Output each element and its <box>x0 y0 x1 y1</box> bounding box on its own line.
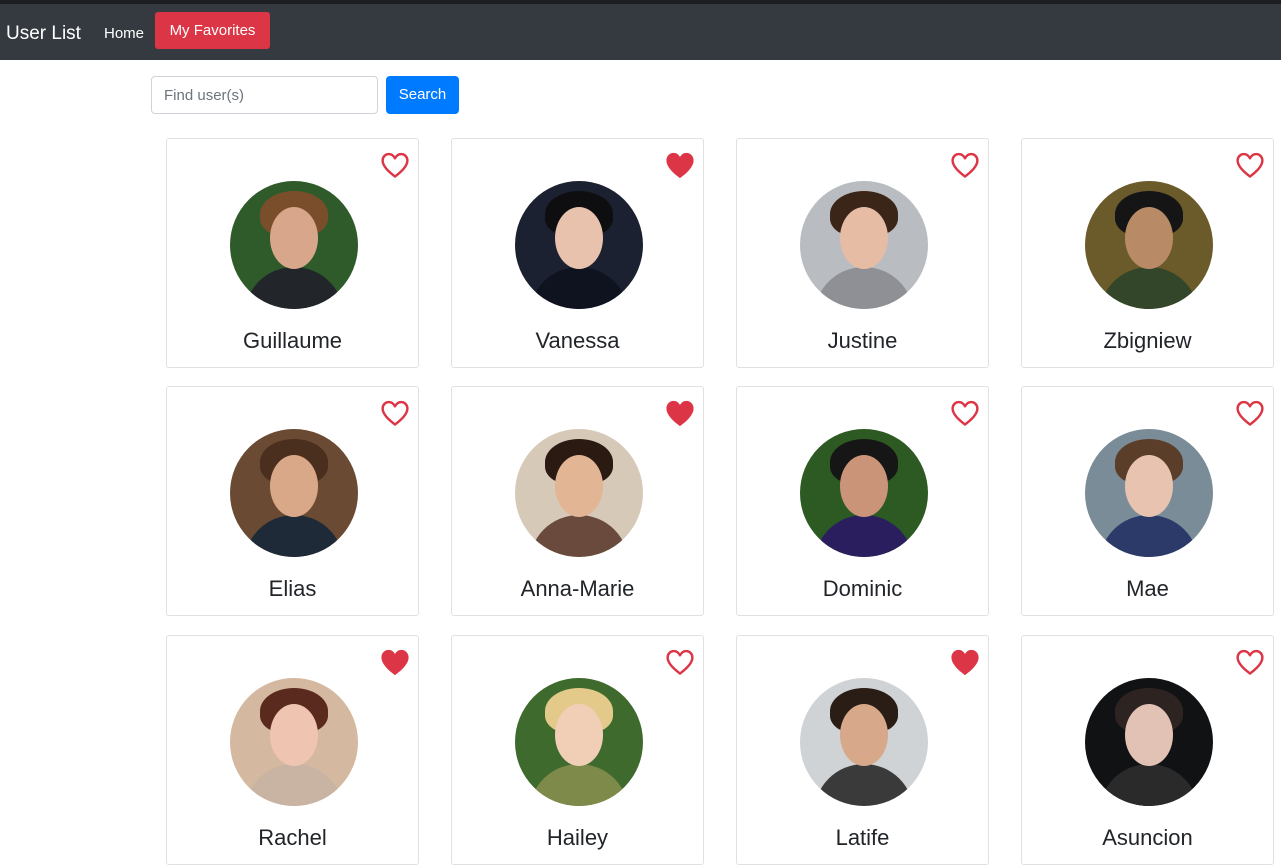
avatar <box>800 429 928 557</box>
user-card: Hailey <box>451 635 704 865</box>
avatar <box>1085 429 1213 557</box>
favorite-heart-icon[interactable] <box>950 399 980 427</box>
user-card: Rachel <box>166 635 419 865</box>
avatar <box>1085 678 1213 806</box>
user-card: Elias <box>166 386 419 616</box>
avatar <box>515 181 643 309</box>
favorite-heart-icon[interactable] <box>950 648 980 676</box>
user-name: Asuncion <box>1102 825 1193 850</box>
favorite-heart-icon[interactable] <box>380 151 410 179</box>
user-name: Mae <box>1126 576 1169 601</box>
avatar <box>230 429 358 557</box>
search-button[interactable]: Search <box>386 76 459 114</box>
favorite-heart-icon[interactable] <box>380 648 410 676</box>
user-card: Justine <box>736 138 989 368</box>
avatar <box>800 678 928 806</box>
favorite-heart-icon[interactable] <box>665 151 695 179</box>
user-name: Anna-Marie <box>520 576 635 601</box>
avatar <box>230 678 358 806</box>
avatar <box>515 678 643 806</box>
user-name: Guillaume <box>242 328 343 353</box>
favorite-heart-icon[interactable] <box>380 399 410 427</box>
avatar <box>230 181 358 309</box>
user-name: Latife <box>835 825 890 850</box>
user-name: Hailey <box>546 825 609 850</box>
avatar <box>515 429 643 557</box>
avatar <box>1085 181 1213 309</box>
user-card: Guillaume <box>166 138 419 368</box>
user-card: Mae <box>1021 386 1274 616</box>
user-card: Dominic <box>736 386 989 616</box>
user-name: Rachel <box>258 825 327 850</box>
favorite-heart-icon[interactable] <box>1235 648 1265 676</box>
favorite-heart-icon[interactable] <box>1235 151 1265 179</box>
favorite-heart-icon[interactable] <box>665 399 695 427</box>
nav-link-my-favorites[interactable]: My Favorites <box>155 12 270 49</box>
user-name: Dominic <box>822 576 903 601</box>
favorite-heart-icon[interactable] <box>665 648 695 676</box>
user-card: Anna-Marie <box>451 386 704 616</box>
nav-link-home[interactable]: Home <box>104 24 144 44</box>
avatar <box>800 181 928 309</box>
favorite-heart-icon[interactable] <box>1235 399 1265 427</box>
navbar-brand[interactable]: User List <box>6 22 81 46</box>
user-card: Zbigniew <box>1021 138 1274 368</box>
user-card: Vanessa <box>451 138 704 368</box>
user-name: Justine <box>827 328 898 353</box>
user-card: Latife <box>736 635 989 865</box>
user-card: Asuncion <box>1021 635 1274 865</box>
user-name: Vanessa <box>535 328 620 353</box>
user-name: Zbigniew <box>1103 328 1192 353</box>
search-input[interactable] <box>151 76 378 114</box>
user-name: Elias <box>268 576 317 601</box>
favorite-heart-icon[interactable] <box>950 151 980 179</box>
navbar: User List Home My Favorites <box>0 4 1281 60</box>
